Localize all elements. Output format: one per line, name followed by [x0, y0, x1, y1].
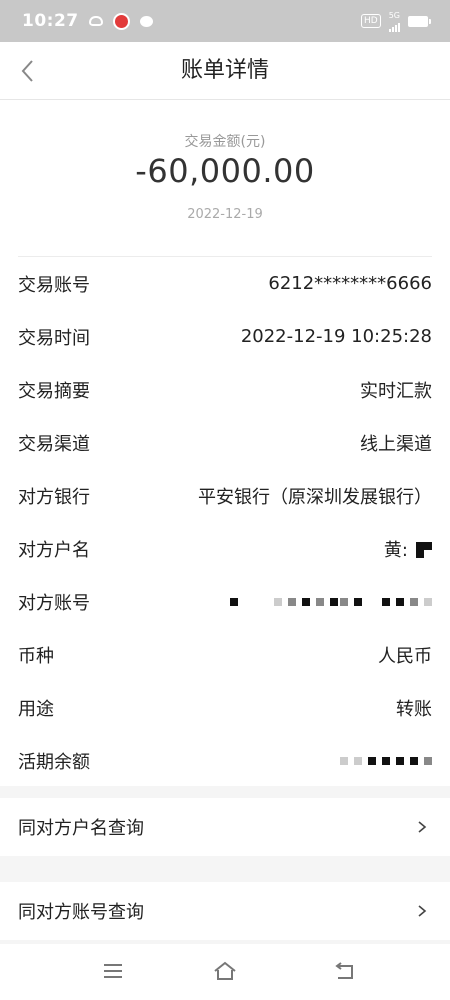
detail-label: 对方户名 — [18, 539, 90, 561]
detail-label: 对方银行 — [18, 486, 90, 508]
transaction-date: 2022-12-19 — [187, 207, 263, 222]
query-label: 同对方户名查询 — [18, 818, 144, 839]
detail-row-purpose: 用途 转账 — [0, 681, 450, 734]
query-same-name-button[interactable]: 同对方户名查询 — [0, 798, 450, 856]
redaction-mask — [224, 597, 432, 606]
redaction-mask — [334, 756, 432, 765]
redaction-mask — [416, 541, 432, 558]
detail-value: 转账 — [396, 698, 432, 720]
signal-icon — [388, 20, 400, 32]
detail-label: 币种 — [18, 645, 54, 667]
detail-value: 线上渠道 — [360, 433, 432, 455]
detail-row-summary: 交易摘要 实时汇款 — [0, 363, 450, 416]
network-type: 5G — [388, 10, 400, 20]
app-badge-icon — [112, 12, 130, 30]
detail-value: 2022-12-19 10:25:28 — [240, 326, 432, 347]
battery-icon — [408, 15, 431, 27]
transaction-amount: -60,000.00 — [135, 152, 315, 190]
detail-label: 对方账号 — [18, 592, 90, 614]
query-label: 同对方账号查询 — [18, 902, 144, 923]
transaction-detail-card: 交易金额(元) -60,000.00 2022-12-19 交易账号 6212*… — [0, 100, 450, 786]
detail-row-balance: 活期余额 — [0, 734, 450, 787]
amount-label: 交易金额(元) — [184, 134, 266, 150]
message-icon — [139, 15, 153, 27]
detail-label: 交易渠道 — [18, 433, 90, 455]
detail-value: 实时汇款 — [360, 380, 432, 402]
detail-label: 交易账号 — [18, 274, 90, 296]
home-icon[interactable] — [212, 960, 238, 982]
detail-label: 活期余额 — [18, 751, 90, 773]
detail-row-account: 交易账号 6212********6666 — [0, 257, 450, 310]
system-nav-bar — [0, 944, 450, 1000]
detail-value: 黄: — [384, 536, 432, 562]
status-bar: 10:27 HD 5G — [0, 0, 450, 42]
status-time: 10:27 — [22, 11, 79, 31]
detail-row-counterparty-name: 对方户名 黄: — [0, 522, 450, 575]
chevron-right-icon — [418, 821, 427, 833]
page-title: 账单详情 — [180, 58, 269, 83]
detail-row-channel: 交易渠道 线上渠道 — [0, 416, 450, 469]
detail-label: 用途 — [18, 698, 54, 720]
counterparty-name-text: 黄: — [383, 539, 408, 561]
detail-list: 交易账号 6212********6666 交易时间 2022-12-19 10… — [0, 257, 450, 787]
query-same-account-button[interactable]: 同对方账号查询 — [0, 882, 450, 940]
detail-row-counterparty-account: 对方账号 — [0, 575, 450, 628]
detail-value: 人民币 — [378, 645, 432, 667]
app-header: 账单详情 — [0, 42, 450, 100]
detail-row-time: 交易时间 2022-12-19 10:25:28 — [0, 310, 450, 363]
app-notification-icon — [88, 16, 103, 26]
detail-label: 交易摘要 — [18, 380, 90, 402]
detail-row-counterparty-bank: 对方银行 平安银行（原深圳发展银行） — [0, 469, 450, 522]
menu-icon[interactable] — [100, 960, 126, 982]
detail-value: 平安银行（原深圳发展银行） — [198, 486, 432, 508]
detail-label: 交易时间 — [18, 327, 90, 349]
detail-value: 6212********6666 — [268, 273, 432, 294]
back-icon[interactable] — [332, 960, 358, 982]
chevron-right-icon — [418, 905, 427, 917]
detail-row-currency: 币种 人民币 — [0, 628, 450, 681]
hd-indicator: HD — [361, 14, 381, 28]
